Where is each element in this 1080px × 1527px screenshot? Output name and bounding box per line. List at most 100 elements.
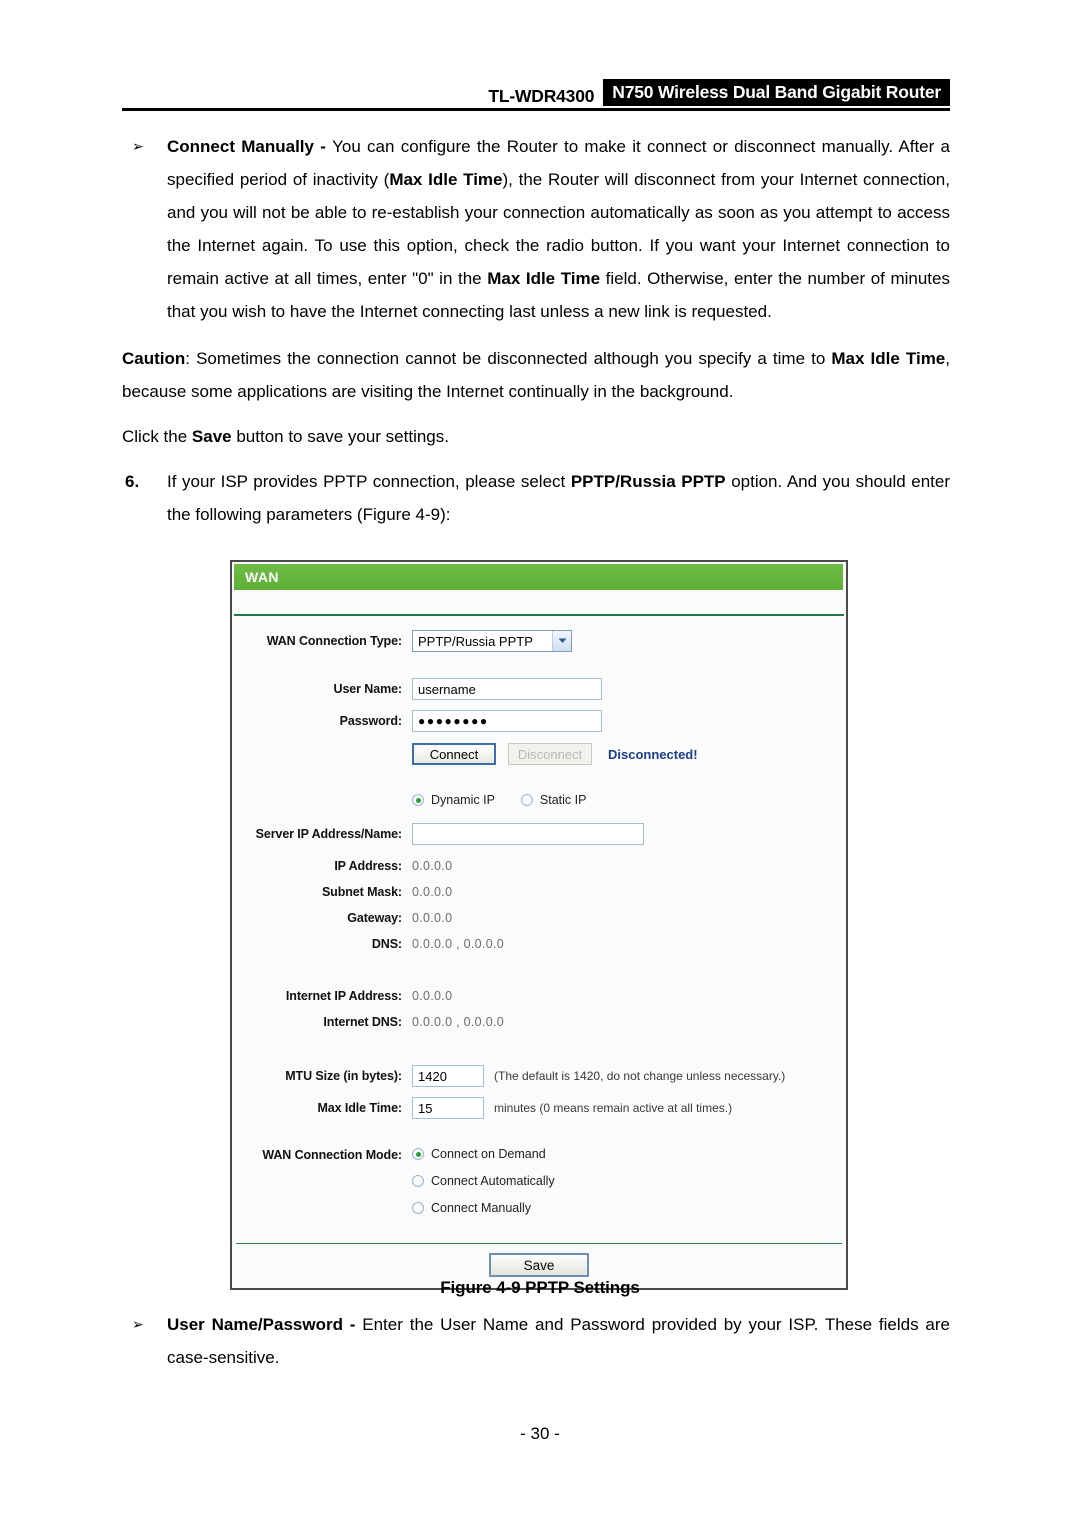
connect-manually-term: Connect Manually -: [167, 137, 333, 156]
label-subnet-mask: Subnet Mask:: [321, 885, 402, 899]
label-mtu-size: MTU Size (in bytes):: [285, 1069, 402, 1083]
row-server-ip: Server IP Address/Name:: [232, 821, 846, 847]
radio-dynamic-ip-icon[interactable]: [412, 794, 424, 806]
caution-bold-1: Max Idle Time: [831, 349, 946, 368]
control-ip-mode: Dynamic IP Static IP: [412, 793, 846, 807]
control-ip-address: 0.0.0.0: [412, 859, 846, 873]
row-connect-buttons: Connect Disconnect Disconnected!: [232, 741, 846, 767]
radio-static-ip[interactable]: Static IP: [520, 793, 587, 807]
row-subnet-mask: Subnet Mask: 0.0.0.0: [232, 879, 846, 905]
label-server-ip: Server IP Address/Name:: [255, 827, 402, 841]
figure-caption: Figure 4-9 PPTP Settings: [440, 1278, 640, 1297]
page-footer: - 30 -: [0, 1424, 1080, 1444]
row-password: Password: ●●●●●●●●: [232, 708, 846, 734]
caution-label: Caution: [122, 349, 186, 368]
bullet-arrow-icon-2: ➢: [132, 1316, 144, 1332]
internet-dns-value: 0.0.0.0 , 0.0.0.0: [412, 1015, 504, 1029]
label-user-name: User Name:: [333, 682, 403, 696]
radio-connect-on-demand-icon[interactable]: [412, 1148, 424, 1160]
wan-settings-panel: WAN WAN Connection Type: PPTP/Russia PPT…: [230, 560, 848, 1290]
radio-connect-manually-icon[interactable]: [412, 1202, 424, 1214]
control-password: ●●●●●●●●: [412, 710, 846, 732]
password-input[interactable]: ●●●●●●●●: [412, 710, 602, 732]
save-note-text-1: Click the: [122, 427, 192, 446]
control-subnet-mask: 0.0.0.0: [412, 885, 846, 899]
row-max-idle-time: Max Idle Time: 15 minutes (0 means remai…: [232, 1095, 846, 1121]
subnet-mask-value: 0.0.0.0: [412, 885, 453, 899]
user-pass-paragraph: User Name/Password - Enter the User Name…: [167, 1308, 950, 1374]
connect-button[interactable]: Connect: [412, 743, 496, 765]
ip-address-value: 0.0.0.0: [412, 859, 453, 873]
caution-block: Caution: Sometimes the connection cannot…: [122, 342, 950, 408]
label-password: Password:: [339, 714, 402, 728]
control-max-idle-time: 15 minutes (0 means remain active at all…: [412, 1097, 846, 1119]
mtu-size-hint: (The default is 1420, do not change unle…: [494, 1069, 786, 1083]
control-wan-connection-mode: Connect on Demand Connect Automatically …: [412, 1147, 846, 1215]
password-value: ●●●●●●●●: [418, 714, 489, 728]
connect-manually-paragraph: Connect Manually - You can configure the…: [167, 130, 950, 328]
radio-connect-on-demand[interactable]: Connect on Demand: [412, 1147, 546, 1161]
caution-paragraph: Caution: Sometimes the connection cannot…: [122, 342, 950, 408]
connect-manually-bold-2: Max Idle Time: [487, 269, 601, 288]
save-note-bold-1: Save: [191, 427, 232, 446]
user-name-input[interactable]: username: [412, 678, 602, 700]
control-mtu-size: 1420 (The default is 1420, do not change…: [412, 1065, 846, 1087]
radio-connect-automatically[interactable]: Connect Automatically: [412, 1174, 555, 1188]
mtu-size-input[interactable]: 1420: [412, 1065, 484, 1087]
dns-value: 0.0.0.0 , 0.0.0.0: [412, 937, 504, 951]
page-number: - 30 -: [520, 1424, 560, 1443]
radio-static-ip-label: Static IP: [539, 793, 587, 807]
user-pass-term: User Name/Password -: [167, 1315, 363, 1334]
header-model-name: TL-WDR4300: [488, 86, 595, 106]
control-server-ip: [412, 823, 846, 845]
radio-connect-automatically-icon[interactable]: [412, 1175, 424, 1187]
label-wan-connection-type: WAN Connection Type:: [266, 634, 402, 648]
label-dns: DNS:: [371, 937, 402, 951]
radio-connect-manually[interactable]: Connect Manually: [412, 1201, 531, 1215]
row-ip-address: IP Address: 0.0.0.0: [232, 853, 846, 879]
control-gateway: 0.0.0.0: [412, 911, 846, 925]
row-mtu-size: MTU Size (in bytes): 1420 (The default i…: [232, 1063, 846, 1089]
wan-panel-body: WAN Connection Type: PPTP/Russia PPTP Us…: [232, 616, 846, 1288]
connection-status-badge: Disconnected!: [608, 746, 698, 762]
radio-dynamic-ip[interactable]: Dynamic IP: [412, 793, 495, 807]
chevron-down-icon[interactable]: [552, 631, 571, 651]
internet-ip-address-value: 0.0.0.0: [412, 989, 453, 1003]
server-ip-input[interactable]: [412, 823, 644, 845]
row-ip-mode: Dynamic IP Static IP: [232, 787, 846, 813]
save-note-text-2: button to save your settings.: [231, 427, 449, 446]
radio-connect-on-demand-label: Connect on Demand: [431, 1147, 546, 1161]
wan-connection-type-select[interactable]: PPTP/Russia PPTP: [412, 630, 572, 652]
control-connect-buttons: Connect Disconnect Disconnected!: [412, 743, 846, 765]
radio-static-ip-icon[interactable]: [520, 794, 533, 806]
radio-dynamic-ip-label: Dynamic IP: [431, 793, 495, 807]
figure-4-9-wan-settings: WAN WAN Connection Type: PPTP/Russia PPT…: [230, 560, 848, 1290]
bottom-content: ➢ User Name/Password - Enter the User Na…: [122, 1308, 950, 1388]
max-idle-time-hint: minutes (0 means remain active at all ti…: [494, 1101, 733, 1115]
step-6-block: 6. If your ISP provides PPTP connection,…: [122, 465, 950, 531]
label-internet-dns: Internet DNS:: [323, 1015, 402, 1029]
control-user-name: username: [412, 678, 846, 700]
row-internet-ip-address: Internet IP Address: 0.0.0.0: [232, 983, 846, 1009]
row-user-name: User Name: username: [232, 676, 846, 702]
radio-connect-automatically-label: Connect Automatically: [431, 1174, 555, 1188]
max-idle-time-value: 15: [418, 1100, 433, 1116]
label-wan-connection-mode: WAN Connection Mode:: [262, 1148, 402, 1162]
wan-panel-titlebar: WAN: [234, 564, 843, 590]
save-note-paragraph: Click the Save button to save your setti…: [122, 420, 950, 453]
wan-connection-type-value: PPTP/Russia PPTP: [418, 633, 533, 649]
caution-text-1: : Sometimes the connection cannot be dis…: [185, 349, 832, 368]
step-6-text-1: If your ISP provides PPTP connection, pl…: [167, 472, 571, 491]
label-ip-address: IP Address:: [334, 859, 402, 873]
connect-manually-bold-1: Max Idle Time: [389, 170, 503, 189]
mtu-size-value: 1420: [418, 1068, 447, 1084]
max-idle-time-input[interactable]: 15: [412, 1097, 484, 1119]
step-6-bold-1: PPTP/Russia PPTP: [570, 472, 726, 491]
row-internet-dns: Internet DNS: 0.0.0.0 , 0.0.0.0: [232, 1009, 846, 1035]
bullet-arrow-icon: ➢: [132, 138, 144, 154]
row-wan-connection-type: WAN Connection Type: PPTP/Russia PPTP: [232, 628, 846, 654]
save-button[interactable]: Save: [489, 1253, 589, 1277]
row-gateway: Gateway: 0.0.0.0: [232, 905, 846, 931]
header-product-name: N750 Wireless Dual Band Gigabit Router: [603, 79, 950, 106]
row-wan-connection-mode: WAN Connection Mode: Connect on Demand C…: [232, 1147, 846, 1215]
